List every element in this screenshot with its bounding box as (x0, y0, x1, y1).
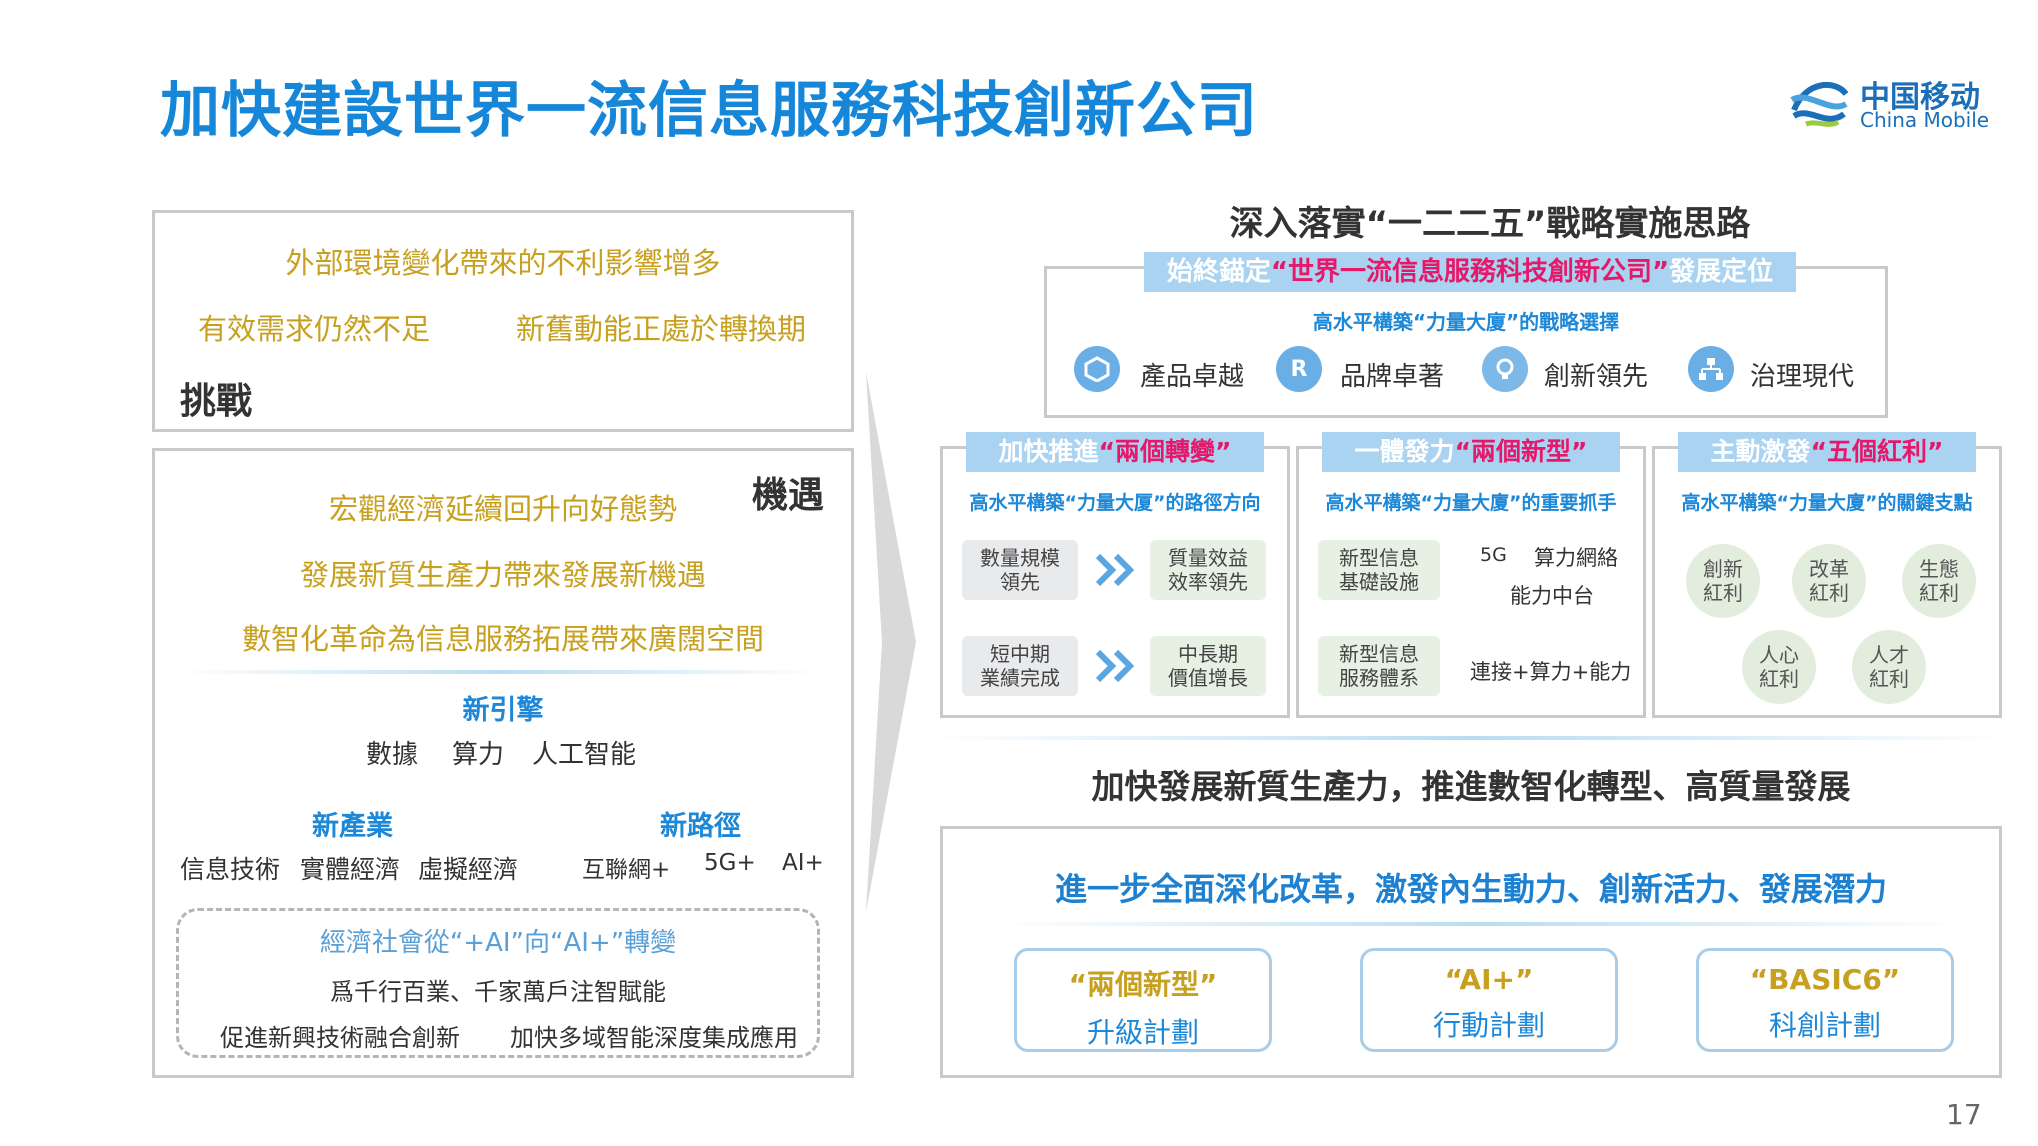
double-chevron-right-icon (1095, 553, 1135, 587)
strategy-title: 深入落實“一二二五”戰略實施思路 (1229, 204, 1751, 244)
dividend-innovation: 創新 紅利 (1686, 544, 1760, 618)
path-item-internet: 互聯網+ (582, 857, 671, 883)
col1-a1: 數量規模 領先 (962, 540, 1078, 600)
col1-header-pink: “兩個轉變” (1098, 437, 1232, 466)
opportunity-divider (180, 670, 820, 674)
engine-item-data: 數據 (366, 740, 419, 770)
col1-b2: 中長期 價值增長 (1150, 636, 1266, 696)
col2-5g: 5G (1480, 544, 1507, 566)
industry-item-it: 信息技術 (180, 855, 281, 884)
pillar-innovation: 創新領先 (1544, 362, 1649, 392)
col2-header-pre: 一體發力 (1354, 437, 1455, 466)
plan-card-two-new: “兩個新型” 升級計劃 (1014, 948, 1272, 1052)
challenge-line2a: 有效需求仍然不足 (198, 312, 431, 346)
pillar-product: 產品卓越 (1140, 362, 1245, 392)
new-industry-title: 新產業 (312, 811, 393, 842)
plan-subtitle: 升級計劃 (1086, 1016, 1199, 1049)
mid-divider (930, 736, 2010, 740)
col1-a2: 短中期 業績完成 (962, 636, 1078, 696)
challenge-label: 挑戰 (180, 381, 253, 422)
col1-sub: 高水平構築“力量大厦”的路徑方向 (969, 492, 1261, 514)
challenge-line2b: 新舊動能正處於轉換期 (516, 312, 807, 346)
page-title: 加快建設世界一流信息服務科技創新公司 (160, 76, 1258, 146)
china-mobile-logo-icon (1790, 82, 1849, 127)
strategy-choice: 高水平構築“力量大廈”的戰略選擇 (1312, 310, 1620, 334)
opportunity-line1: 宏觀經濟延續回升向好態勢 (328, 492, 677, 526)
pillar-brand: 品牌卓著 (1340, 362, 1445, 392)
strategy-anchor-bar: 始終錨定“世界一流信息服務科技創新公司”發展定位 (1144, 252, 1796, 292)
plan-subtitle: 行動計劃 (1432, 1009, 1545, 1042)
opportunity-line2: 發展新質生產力帶來發展新機遇 (299, 558, 706, 592)
col2-capability-center: 能力中台 (1510, 584, 1594, 608)
col2-computing-network: 算力網絡 (1534, 546, 1618, 570)
col2-sub: 高水平構築“力量大廈”的重要抓手 (1325, 492, 1617, 514)
ai-shift-line2b: 加快多域智能深度集成應用 (510, 1024, 798, 1052)
col2-header-pink: “兩個新型” (1454, 437, 1588, 466)
col1-header: 加快推進“兩個轉變” (966, 432, 1264, 472)
path-item-5g: 5G+ (704, 850, 756, 876)
anchor-mid: “世界一流信息服務科技創新公司” (1270, 257, 1670, 287)
dividend-reform: 改革 紅利 (1792, 544, 1866, 618)
transition-chevron-icon (866, 372, 916, 912)
col2-header: 一體發力“兩個新型” (1322, 432, 1620, 472)
anchor-post: 發展定位 (1669, 257, 1774, 287)
challenge-line1: 外部環境變化帶來的不利影響增多 (285, 246, 721, 280)
reform-title: 進一步全面深化改革，激發內生動力、創新活力、發展潛力 (1054, 870, 1887, 908)
hierarchy-icon (1688, 346, 1734, 392)
col3-header: 主動激發“五個紅利” (1678, 432, 1976, 472)
col2-connection: 連接+算力+能力 (1470, 660, 1632, 684)
bottom-title: 加快發展新質生產力，推進數智化轉型、高質量發展 (1091, 767, 1851, 806)
page-number: 17 (1946, 1098, 1982, 1131)
col3-header-pink: “五個紅利” (1810, 437, 1944, 466)
opportunity-line3: 數智化革命為信息服務拓展帶來廣闊空間 (241, 622, 764, 656)
industry-item-real: 實體經濟 (300, 855, 401, 884)
double-chevron-right-icon (1095, 649, 1135, 683)
plan-card-basic6: “BASIC6” 科創計劃 (1696, 948, 1954, 1052)
col2-a2: 新型信息 服務體系 (1318, 636, 1440, 696)
engine-item-ai: 人工智能 (532, 740, 637, 770)
registered-brand-icon: R (1276, 346, 1322, 392)
engine-item-compute: 算力 (452, 740, 505, 770)
pillar-governance: 治理現代 (1750, 362, 1855, 392)
industry-item-virtual: 虛擬經濟 (418, 855, 519, 884)
ai-shift-line1: 爲千行百業、千家萬戶注智賦能 (330, 978, 666, 1006)
new-path-title: 新路徑 (660, 811, 741, 842)
reform-divider (1000, 922, 1960, 926)
col1-header-pre: 加快推進 (998, 437, 1099, 466)
new-engine-title: 新引擎 (462, 695, 544, 726)
plan-card-ai-plus: “AI+” 行動計劃 (1360, 948, 1618, 1052)
col3-header-pre: 主動激發 (1710, 437, 1811, 466)
col2-a1: 新型信息 基礎設施 (1318, 540, 1440, 600)
plan-subtitle: 科創計劃 (1768, 1009, 1881, 1042)
plan-title: “BASIC6” (1749, 963, 1901, 996)
dividend-morale: 人心 紅利 (1742, 630, 1816, 704)
col3-sub: 高水平構築“力量大廈”的關鍵支點 (1681, 492, 1973, 514)
anchor-pre: 始終錨定 (1166, 257, 1271, 287)
dividend-talent: 人才 紅利 (1852, 630, 1926, 704)
col1-b1: 質量效益 效率領先 (1150, 540, 1266, 600)
ai-shift-title: 經濟社會從“+AI”向“AI+”轉變 (319, 928, 677, 958)
lightbulb-icon (1482, 346, 1528, 392)
plan-title: “兩個新型” (1068, 968, 1218, 1001)
path-item-ai: AI+ (782, 850, 824, 876)
plan-title: “AI+” (1444, 963, 1534, 996)
dividend-ecology: 生態 紅利 (1902, 544, 1976, 618)
cube-icon (1074, 346, 1120, 392)
logo-text-en: China Mobile (1860, 108, 1990, 132)
ai-shift-line2a: 促進新興技術融合創新 (220, 1024, 460, 1052)
